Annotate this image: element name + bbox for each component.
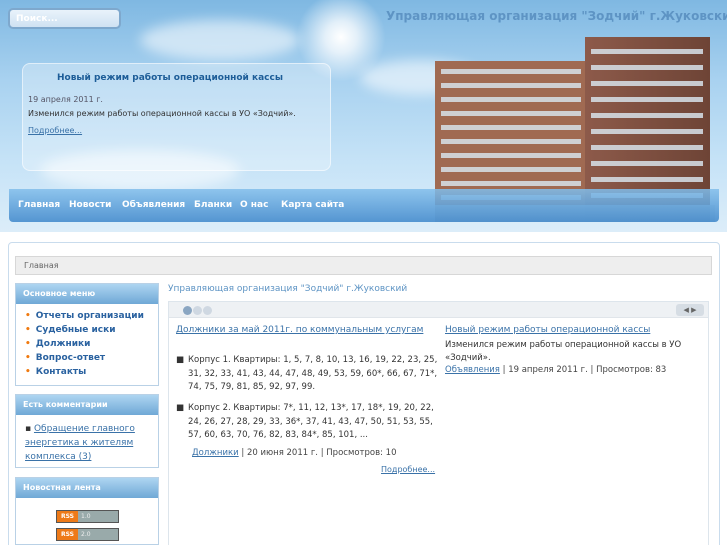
list-bullet: ■ bbox=[176, 355, 185, 365]
list-bullet: ■ bbox=[176, 403, 185, 413]
comment-link[interactable]: Обращение главного энергетика к жителям … bbox=[25, 424, 135, 462]
menu-item-reports[interactable]: Отчеты организации bbox=[25, 311, 144, 321]
slider-dot-icon[interactable] bbox=[203, 306, 212, 315]
nav-item-news[interactable]: Новости bbox=[69, 200, 111, 210]
menu-item-lawsuits[interactable]: Судебные иски bbox=[25, 325, 116, 335]
rss-1-button[interactable]: RSS 1.0 bbox=[56, 510, 119, 523]
slider-arrows-icon[interactable]: ◀ ▶ bbox=[676, 304, 704, 316]
left-article-meta: | 20 июня 2011 г. | Просмотров: 10 bbox=[241, 448, 397, 458]
slider-dot-icon[interactable] bbox=[193, 306, 202, 315]
debtors-building-1: Корпус 1. Квартиры: 1, 5, 7, 8, 10, 13, … bbox=[188, 355, 438, 392]
nav-item-home[interactable]: Главная bbox=[18, 200, 60, 210]
rss-icon: RSS bbox=[57, 529, 78, 540]
debtors-building-2: Корпус 2. Квартиры: 7*, 11, 12, 13*, 17,… bbox=[188, 403, 434, 440]
news-feed-module: Новостная лента RSS 1.0 RSS 2.0 bbox=[15, 477, 159, 545]
main-title: Управляющая организация "Зодчий" г.Жуков… bbox=[168, 284, 408, 294]
rss-version: 1.0 bbox=[78, 511, 118, 522]
news-feed-title: Новостная лента bbox=[16, 478, 158, 498]
slider-dot-icon[interactable] bbox=[183, 306, 192, 315]
main-nav: Главная Новости Объявления Бланки О нас … bbox=[9, 189, 719, 222]
main-menu-title: Основное меню bbox=[16, 284, 158, 304]
nav-item-about[interactable]: О нас bbox=[240, 200, 268, 210]
menu-item-contacts[interactable]: Контакты bbox=[25, 367, 87, 377]
menu-item-faq[interactable]: Вопрос-ответ bbox=[25, 353, 105, 363]
cloud bbox=[140, 20, 300, 60]
site-title: Управляющая организация "Зодчий" г.Жуков… bbox=[386, 9, 727, 23]
nav-item-announcements[interactable]: Объявления bbox=[122, 200, 185, 210]
slider-bar: ◀ ▶ bbox=[169, 302, 708, 318]
news-slider: ◀ ▶ Должники за май 2011г. по коммунальн… bbox=[168, 301, 709, 545]
comment-link-item[interactable]: ▪ Обращение главного энергетика к жителя… bbox=[25, 422, 153, 464]
search-input[interactable] bbox=[8, 8, 121, 29]
list-item: ■ Корпус 2. Квартиры: 7*, 11, 12, 13*, 1… bbox=[176, 402, 438, 443]
rss-version: 2.0 bbox=[78, 529, 118, 540]
header-news-panel: Новый режим работы операционной кассы 19… bbox=[22, 63, 331, 171]
left-article-meta-row: Должники | 20 июня 2011 г. | Просмотров:… bbox=[192, 448, 397, 458]
left-article-category-link[interactable]: Должники bbox=[192, 448, 239, 458]
rss-icon: RSS bbox=[57, 511, 78, 522]
comments-title: Есть комментарии bbox=[16, 395, 158, 415]
main-menu-module: Основное меню Отчеты организации Судебны… bbox=[15, 283, 159, 386]
rss-2-button[interactable]: RSS 2.0 bbox=[56, 528, 119, 541]
header-news-title[interactable]: Новый режим работы операционной кассы bbox=[57, 73, 283, 83]
menu-item-debtors[interactable]: Должники bbox=[25, 339, 91, 349]
right-article-meta: | 19 апреля 2011 г. | Просмотров: 83 bbox=[502, 365, 667, 375]
left-article-title[interactable]: Должники за май 2011г. по коммунальным у… bbox=[176, 325, 423, 335]
list-bullet: ▪ bbox=[25, 424, 34, 434]
comments-module: Есть комментарии ▪ Обращение главного эн… bbox=[15, 394, 159, 468]
nav-item-sitemap[interactable]: Карта сайта bbox=[281, 200, 344, 210]
nav-item-forms[interactable]: Бланки bbox=[194, 200, 232, 210]
right-article-meta-row: Объявления | 19 апреля 2011 г. | Просмот… bbox=[445, 365, 666, 375]
right-article-text: Изменился режим работы операционной касс… bbox=[445, 340, 682, 363]
breadcrumb[interactable]: Главная bbox=[15, 256, 712, 275]
header-news-text: Изменился режим работы операционной касс… bbox=[28, 109, 296, 118]
list-item: ■ Корпус 1. Квартиры: 1, 5, 7, 8, 10, 13… bbox=[176, 354, 438, 395]
header-news-date: 19 апреля 2011 г. bbox=[28, 95, 103, 104]
site-header: Управляющая организация "Зодчий" г.Жуков… bbox=[0, 0, 727, 232]
right-article-category-link[interactable]: Объявления bbox=[445, 365, 500, 375]
header-news-more-link[interactable]: Подробнее... bbox=[28, 126, 82, 135]
right-article-title[interactable]: Новый режим работы операционной кассы bbox=[445, 325, 650, 335]
left-article-more-link[interactable]: Подробнее... bbox=[381, 465, 435, 474]
